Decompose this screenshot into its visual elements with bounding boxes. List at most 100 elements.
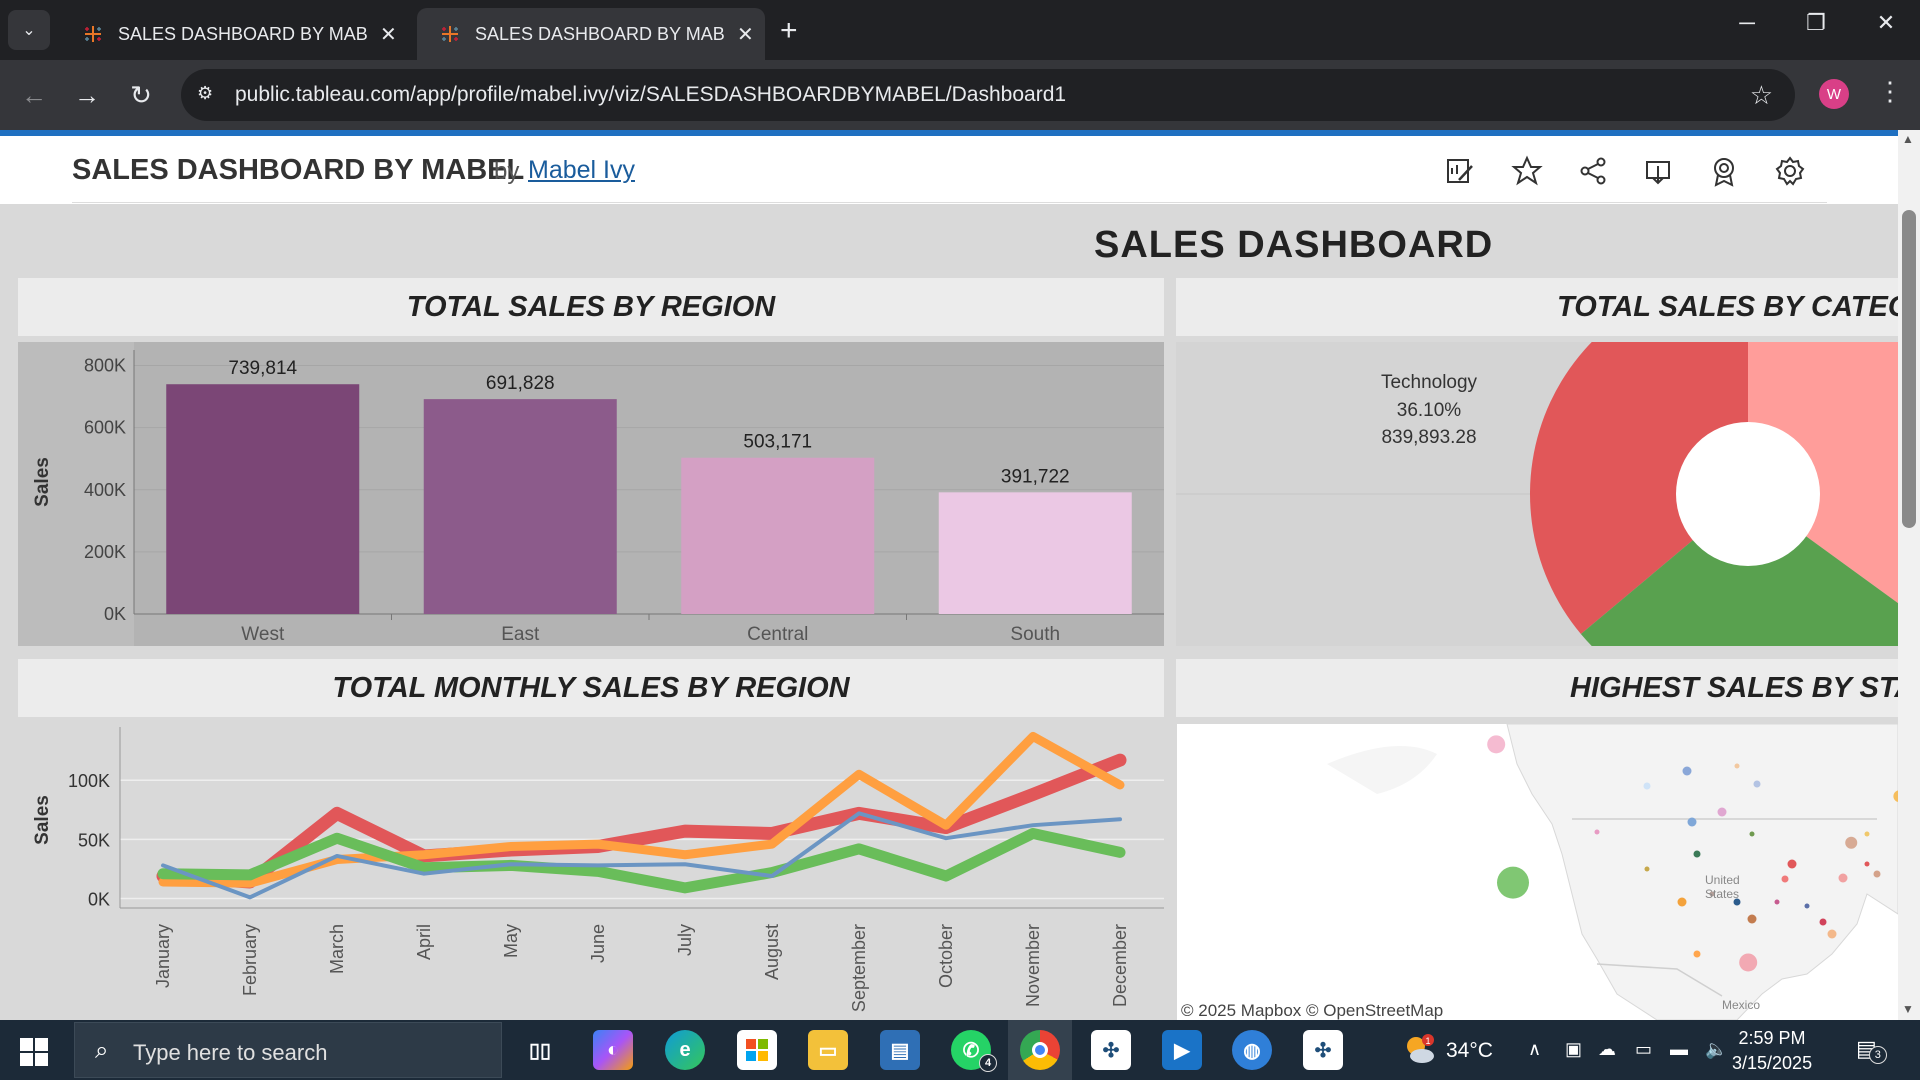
map-point-small [1804,903,1810,909]
copilot-icon[interactable]: ◐ [593,1030,633,1070]
line-y-tick-label: 100K [68,771,110,791]
scroll-down-icon[interactable]: ▼ [1902,1002,1914,1016]
temperature: 34°C [1446,1039,1493,1062]
file-explorer-icon[interactable]: ▭ [808,1030,848,1070]
close-tab-icon[interactable]: ✕ [380,22,397,47]
download-icon[interactable] [1641,154,1675,188]
notification-center-icon[interactable]: ▤ 3 [1856,1036,1887,1064]
tab-title: SALES DASHBOARD BY MABEL | Tableau Publi… [475,23,725,44]
back-icon[interactable]: ← [18,80,50,111]
region-bar-chart[interactable]: 0K 200K 400K 600K 800K Sales 739,814 West 691,82… [18,342,1164,646]
viz-header: SALES DASHBOARD BY MABEL by Mabel Ivy [0,136,1898,202]
share-icon[interactable] [1576,154,1610,188]
line-x-tick-label: February [240,924,260,996]
close-tab-icon[interactable]: ✕ [737,22,754,47]
onedrive-icon[interactable]: ☁ [1598,1039,1616,1060]
state-sales-map[interactable]: UnitedStates Mexico © 2025 Mapbox © OpenSt… [1177,724,1898,1020]
clock-date: 3/15/2025 [1732,1053,1813,1073]
windows-start-icon[interactable] [20,1038,48,1066]
chrome-icon[interactable] [1020,1030,1060,1070]
minimize-icon[interactable]: ─ [1727,10,1767,36]
line-y-axis-label: Sales [32,795,53,845]
category-panel-title-text: TOTAL SALES BY CATEGORY [1557,290,1898,323]
line-x-tick-label: July [675,924,695,956]
map-country-label: United [1705,873,1740,887]
viz-title: SALES DASHBOARD BY MABEL [72,154,525,186]
category-donut-chart[interactable]: Technology 36.10% 839,893.28 [1176,342,1898,646]
address-bar[interactable]: ⚙ public.tableau.com/app/profile/mabel.i… [181,69,1795,121]
bar-y-tick-label: 800K [84,356,126,376]
map-point-small [1781,875,1789,883]
browser-tab-2[interactable]: SALES DASHBOARD BY MABEL | Tableau Publi… [417,8,765,60]
battery-icon[interactable]: ▬ [1670,1039,1688,1060]
bar-value-label: 391,722 [1001,466,1070,487]
edge-browser-icon[interactable]: e [665,1030,705,1070]
map-point-small [1864,831,1870,837]
dashboard-title: SALES DASHBOARD [1094,224,1494,266]
tableau-public-icon[interactable]: ✣ [1303,1030,1343,1070]
header-divider [72,202,1827,203]
app-window-icon[interactable]: ▤ [880,1030,920,1070]
map-point-small [1873,870,1881,878]
map-point-small [1827,929,1837,939]
state-panel-title: HIGHEST SALES BY STATE [1176,659,1898,717]
scroll-up-icon[interactable]: ▲ [1902,132,1914,146]
globe-app-icon[interactable]: ◍ [1232,1030,1272,1070]
category-panel-title: TOTAL SALES BY CATEGORY [1176,278,1898,336]
search-placeholder: Type here to search [133,1040,328,1065]
reload-icon[interactable]: ↻ [125,80,157,111]
bar-y-tick-label: 0K [104,604,126,624]
line-x-tick-label: November [1023,924,1043,1007]
browser-tab-1[interactable]: SALES DASHBOARD BY MABEL | Tableau Publi… [60,8,412,60]
line-x-tick-label: September [849,924,869,1012]
bookmark-star-icon[interactable]: ☆ [1750,80,1773,111]
forward-icon[interactable]: → [71,80,103,111]
map-country-label: Mexico [1722,998,1760,1012]
scroll-thumb[interactable] [1902,210,1916,528]
award-icon[interactable] [1707,154,1741,188]
line-x-tick-label: January [153,924,173,988]
state-panel-title-text: HIGHEST SALES BY STATE [1570,671,1898,704]
browser-menu-icon[interactable]: ⋮ [1877,76,1903,107]
line-x-tick-label: October [936,924,956,988]
site-settings-icon[interactable]: ⚙ [197,83,221,107]
profile-avatar[interactable]: W [1819,79,1849,109]
weather-icon[interactable]: 1 [1402,1032,1438,1068]
bar-y-tick-label: 400K [84,480,126,500]
bar-value-label: 691,828 [486,373,555,394]
line-y-tick-label: 0K [88,890,110,910]
microsoft-store-icon[interactable] [737,1030,777,1070]
edit-viz-icon[interactable] [1443,154,1477,188]
bar-south [938,492,1132,614]
whatsapp-badge: 4 [979,1054,997,1072]
tableau-app-icon[interactable]: ✣ [1091,1030,1131,1070]
system-clock[interactable]: 2:59 PM 3/15/2025 [1732,1026,1812,1076]
taskbar-search[interactable]: ⌕ Type here to search [74,1022,502,1078]
monthly-line-chart[interactable]: 0K 50K 100K Sales January February March April M… [18,722,1164,1020]
tab-search-button[interactable]: ⌄ [8,10,50,50]
whatsapp-icon[interactable]: ✆ 4 [951,1030,997,1072]
bar-category-label: East [501,624,540,645]
map-point-il [1845,836,1858,849]
media-player-icon[interactable]: ▶ [1162,1030,1202,1070]
task-view-icon[interactable]: ▯▯ [520,1030,560,1070]
donut-hole [1676,422,1820,566]
settings-gear-icon[interactable] [1773,154,1807,188]
show-hidden-icons[interactable]: ∧ [1528,1039,1541,1060]
map-point-small [1747,914,1757,924]
favorite-star-icon[interactable] [1510,154,1544,188]
author-link[interactable]: Mabel Ivy [528,156,635,185]
bar-y-tick-label: 600K [84,418,126,438]
map-point-small [1643,782,1651,790]
donut-label-name: Technology [1381,372,1478,393]
new-tab-button[interactable]: + [780,14,798,48]
bar-category-label: Central [747,624,808,645]
bar-y-tick-label: 200K [84,542,126,562]
restore-icon[interactable]: ❐ [1796,10,1836,36]
page-scrollbar[interactable]: ▲ ▼ [1898,130,1920,1020]
volume-icon[interactable]: 🔈 [1705,1039,1727,1060]
close-window-icon[interactable]: ✕ [1866,10,1906,36]
line-x-tick-label: March [327,924,347,974]
network-icon[interactable]: ▭ [1635,1039,1652,1060]
meet-icon[interactable]: ▣ [1565,1039,1582,1060]
